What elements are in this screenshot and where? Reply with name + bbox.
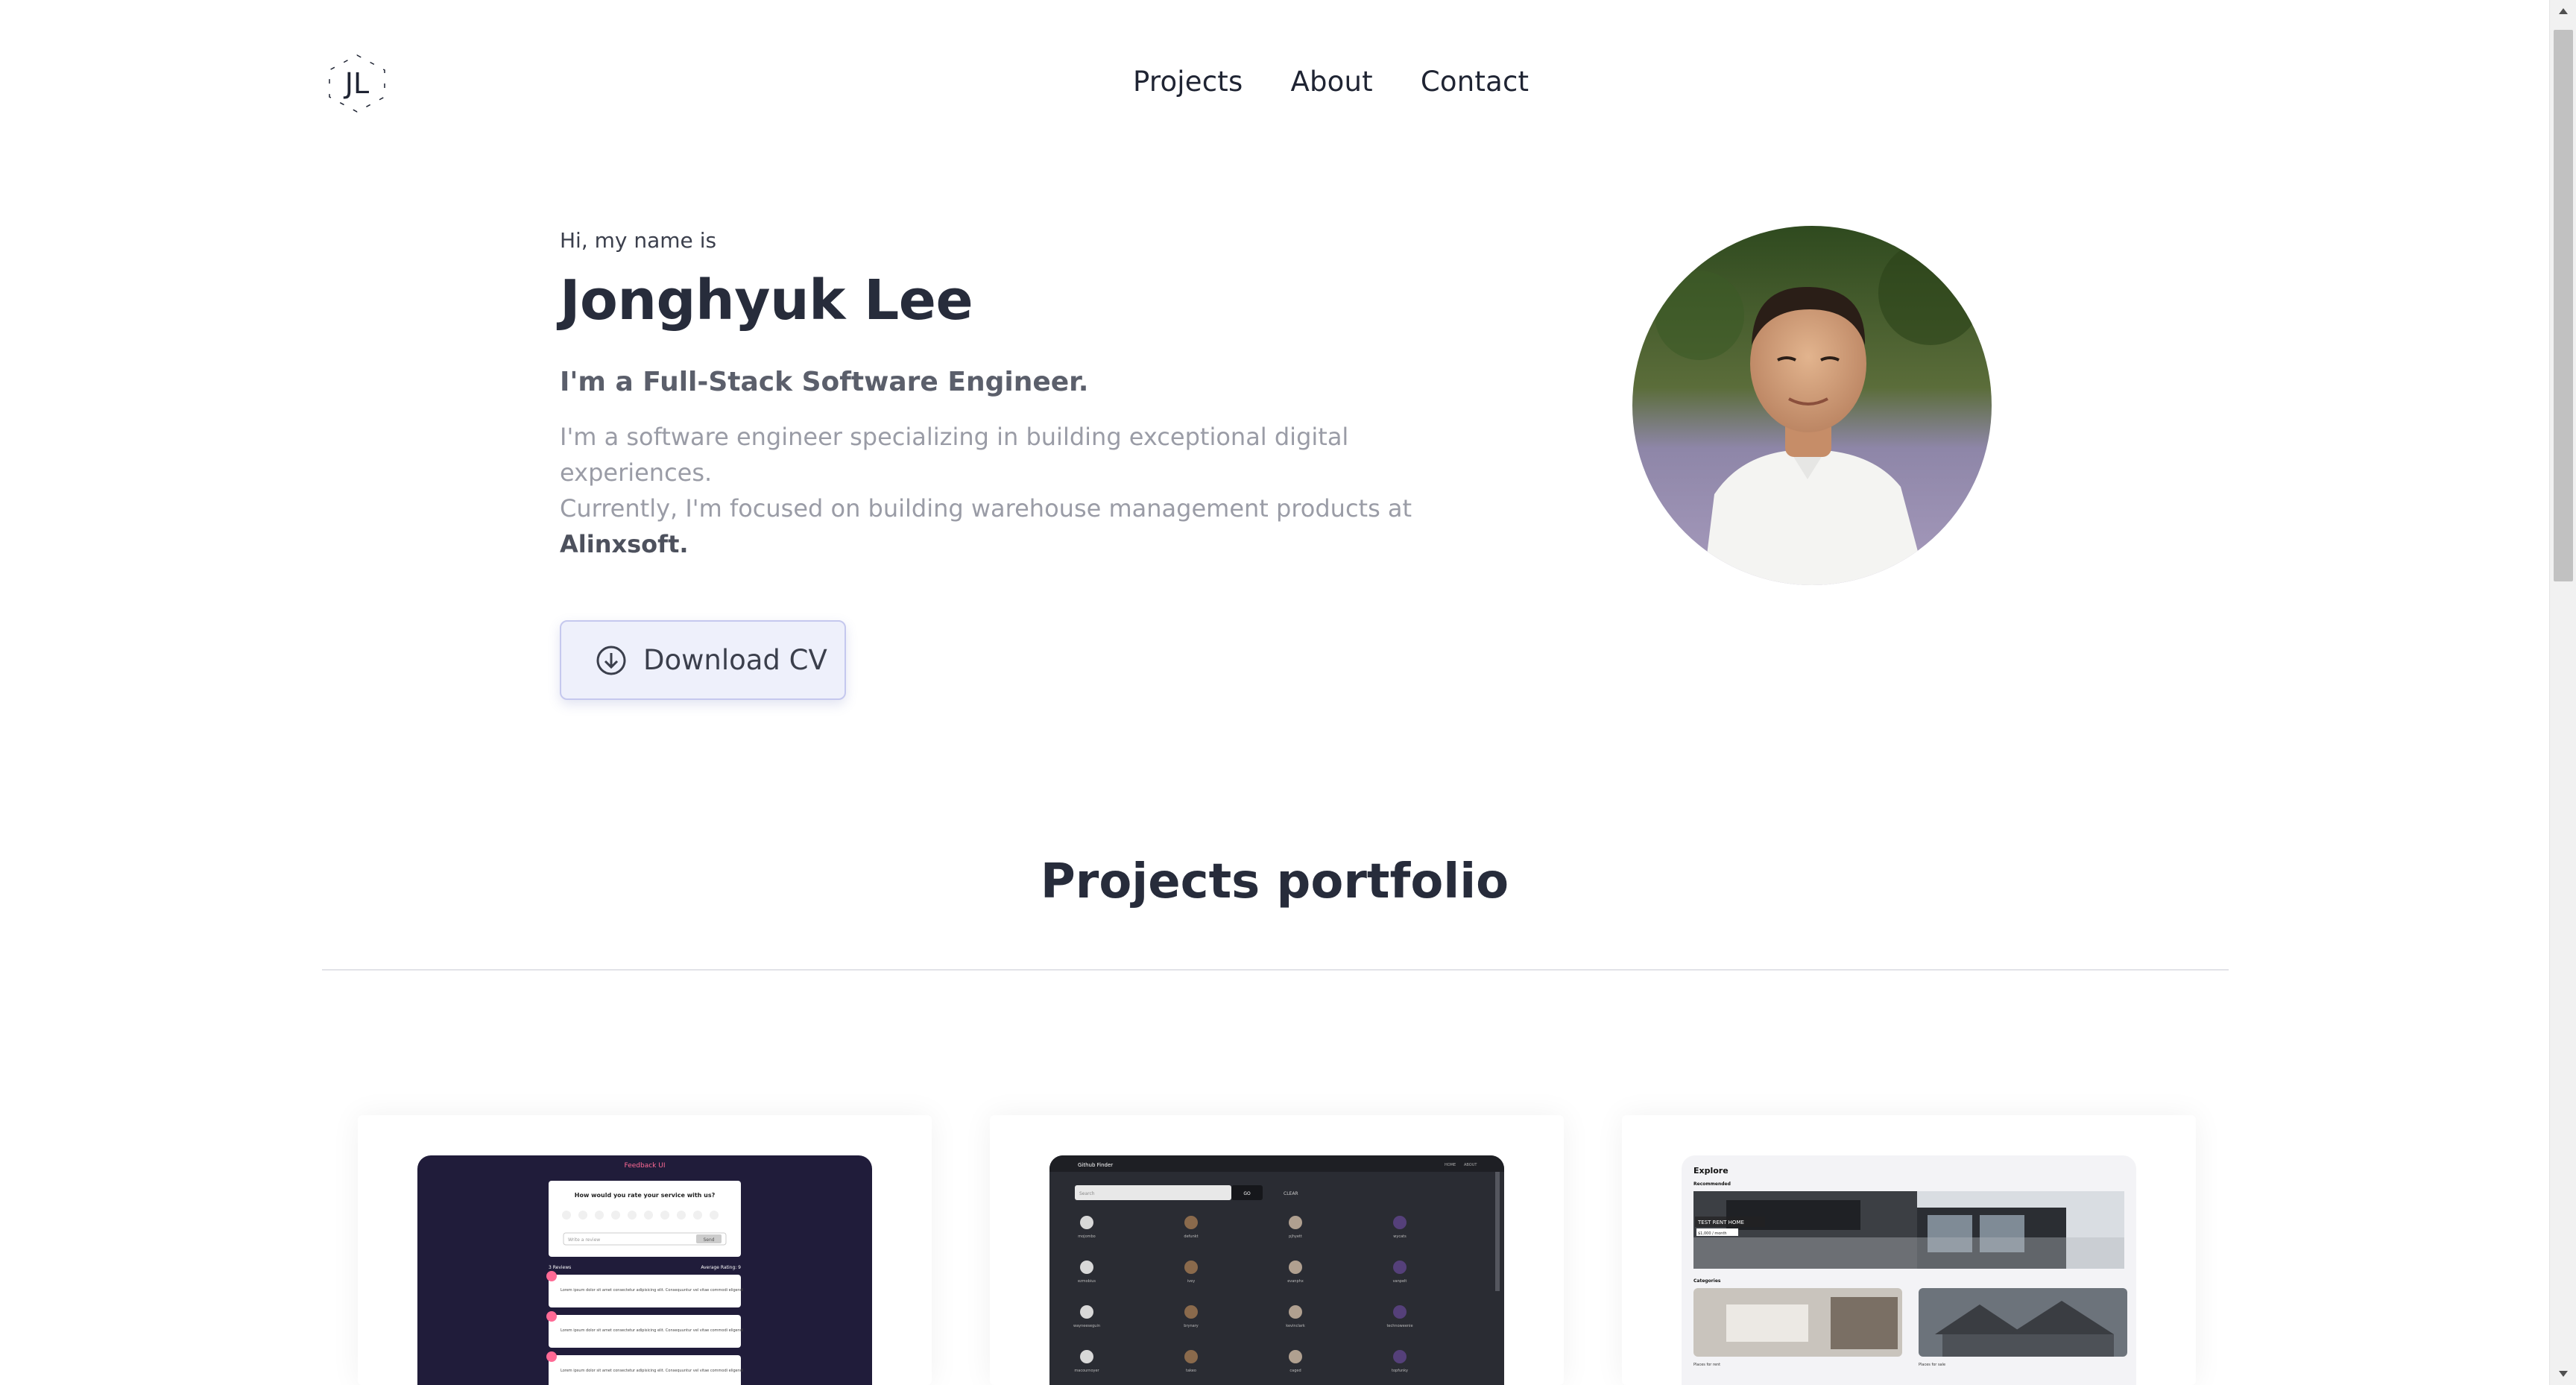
- github-user-login: vanpelt: [1393, 1279, 1407, 1284]
- github-user-avatar[interactable]: [1289, 1350, 1302, 1363]
- projects-title: Projects portfolio: [1040, 854, 1509, 909]
- github-app-title: Github Finder: [1078, 1162, 1113, 1168]
- feedback-average: Average Rating: 9: [701, 1265, 741, 1270]
- github-user-login: macournoyer: [1074, 1369, 1099, 1373]
- explore-recommended: Recommended: [1693, 1181, 1731, 1187]
- nav-projects[interactable]: Projects: [1133, 66, 1243, 98]
- logo-text: JL: [344, 67, 369, 100]
- download-cv-label: Download CV: [643, 644, 827, 676]
- nav-contact[interactable]: Contact: [1421, 66, 1529, 98]
- feedback-question: How would you rate your service with us?: [575, 1192, 716, 1199]
- github-user-avatar[interactable]: [1080, 1305, 1093, 1319]
- project-card-explore[interactable]: Explore Recommended TEST RENT HOME $1,00…: [1622, 1115, 2196, 1385]
- github-user-login: wayneeseguin: [1073, 1324, 1100, 1328]
- download-cv-button[interactable]: Download CV: [560, 620, 846, 700]
- project-screenshot: Feedback UI How would you rate your serv…: [417, 1155, 872, 1385]
- github-user-avatar[interactable]: [1080, 1350, 1093, 1363]
- main-nav: Projects About Contact: [1133, 66, 1529, 98]
- github-clear: CLEAR: [1284, 1191, 1298, 1196]
- hero-desc-line1: I'm a software engineer specializing in …: [560, 423, 1349, 487]
- github-user-login: caged: [1289, 1369, 1301, 1373]
- scroll-up-arrow-icon[interactable]: [2550, 0, 2576, 22]
- project-card-github-finder[interactable]: Github Finder HOME ABOUT Search GO CLEAR…: [990, 1115, 1564, 1385]
- feedback-review-3: Lorem ipsum dolor sit amet consectetur a…: [561, 1369, 743, 1373]
- project-screenshot: Explore Recommended TEST RENT HOME $1,00…: [1682, 1155, 2136, 1385]
- github-user-login: wycats: [1393, 1234, 1407, 1239]
- logo[interactable]: JL: [325, 52, 389, 115]
- hero-intro: Hi, my name is: [560, 228, 717, 253]
- github-user-login: ivey: [1187, 1279, 1195, 1284]
- company-name: Alinxsoft.: [560, 530, 689, 558]
- page-scrollbar[interactable]: [2549, 0, 2576, 1385]
- explore-app-title: Explore: [1693, 1166, 1729, 1176]
- github-user-avatar[interactable]: [1184, 1305, 1198, 1319]
- github-user-login: brynary: [1184, 1324, 1198, 1328]
- scrollbar-thumb[interactable]: [2554, 30, 2573, 581]
- github-user-login: ezmobius: [1078, 1279, 1096, 1284]
- github-user-avatar[interactable]: [1393, 1350, 1407, 1363]
- github-user-login: mojombo: [1078, 1234, 1095, 1239]
- explore-featured-label: TEST RENT HOME: [1697, 1220, 1744, 1225]
- hero-description: I'm a software engineer specializing in …: [560, 419, 1499, 562]
- github-user-avatar[interactable]: [1289, 1261, 1302, 1274]
- github-user-avatar[interactable]: [1080, 1216, 1093, 1229]
- feedback-review-1: Lorem ipsum dolor sit amet consectetur a…: [561, 1288, 743, 1293]
- feedback-input-placeholder: Write a review: [568, 1237, 600, 1243]
- github-search-placeholder: Search: [1079, 1191, 1095, 1196]
- github-user-avatar[interactable]: [1289, 1216, 1302, 1229]
- hero-name: Jonghyuk Lee: [560, 268, 973, 332]
- explore-cat-rent: Places for rent: [1693, 1363, 1720, 1367]
- feedback-app-title: Feedback UI: [625, 1162, 666, 1170]
- github-user-login: takeo: [1186, 1369, 1196, 1373]
- hero-desc-line2: Currently, I'm focused on building wareh…: [560, 494, 1412, 523]
- github-user-avatar[interactable]: [1393, 1261, 1407, 1274]
- hero-role: I'm a Full-Stack Software Engineer.: [560, 367, 1089, 397]
- github-user-avatar[interactable]: [1184, 1261, 1198, 1274]
- github-user-avatar[interactable]: [1184, 1216, 1198, 1229]
- github-user-avatar[interactable]: [1393, 1216, 1407, 1229]
- github-user-avatar[interactable]: [1393, 1305, 1407, 1319]
- github-user-avatar[interactable]: [1289, 1305, 1302, 1319]
- github-user-login: defunkt: [1184, 1234, 1198, 1239]
- github-user-login: pjhyett: [1289, 1234, 1302, 1239]
- scroll-down-arrow-icon[interactable]: [2550, 1363, 2576, 1385]
- github-user-login: evanphx: [1287, 1279, 1304, 1284]
- github-user-avatar[interactable]: [1080, 1261, 1093, 1274]
- nav-about[interactable]: About: [1290, 66, 1372, 98]
- github-nav-about: ABOUT: [1464, 1163, 1477, 1167]
- github-user-login: technoweenie: [1386, 1324, 1412, 1328]
- explore-cat-sale: Places for sale: [1919, 1363, 1945, 1367]
- feedback-reviews-count: 3 Reviews: [549, 1265, 571, 1270]
- github-user-avatar[interactable]: [1184, 1350, 1198, 1363]
- project-screenshot: Github Finder HOME ABOUT Search GO CLEAR…: [1049, 1155, 1504, 1385]
- section-divider: [322, 969, 2229, 971]
- github-go: GO: [1243, 1191, 1251, 1196]
- github-nav-home: HOME: [1445, 1163, 1456, 1167]
- project-card-feedback[interactable]: Feedback UI How would you rate your serv…: [358, 1115, 932, 1385]
- github-user-login: kevinclark: [1286, 1324, 1305, 1328]
- feedback-review-2: Lorem ipsum dolor sit amet consectetur a…: [561, 1328, 743, 1333]
- explore-featured-price: $1,000 / month: [1698, 1231, 1727, 1236]
- download-circle-icon: [596, 645, 627, 676]
- github-user-login: topfunky: [1392, 1369, 1408, 1373]
- profile-photo: [1632, 226, 1992, 585]
- explore-categories: Categories: [1693, 1278, 1721, 1284]
- feedback-send: Send: [703, 1237, 714, 1243]
